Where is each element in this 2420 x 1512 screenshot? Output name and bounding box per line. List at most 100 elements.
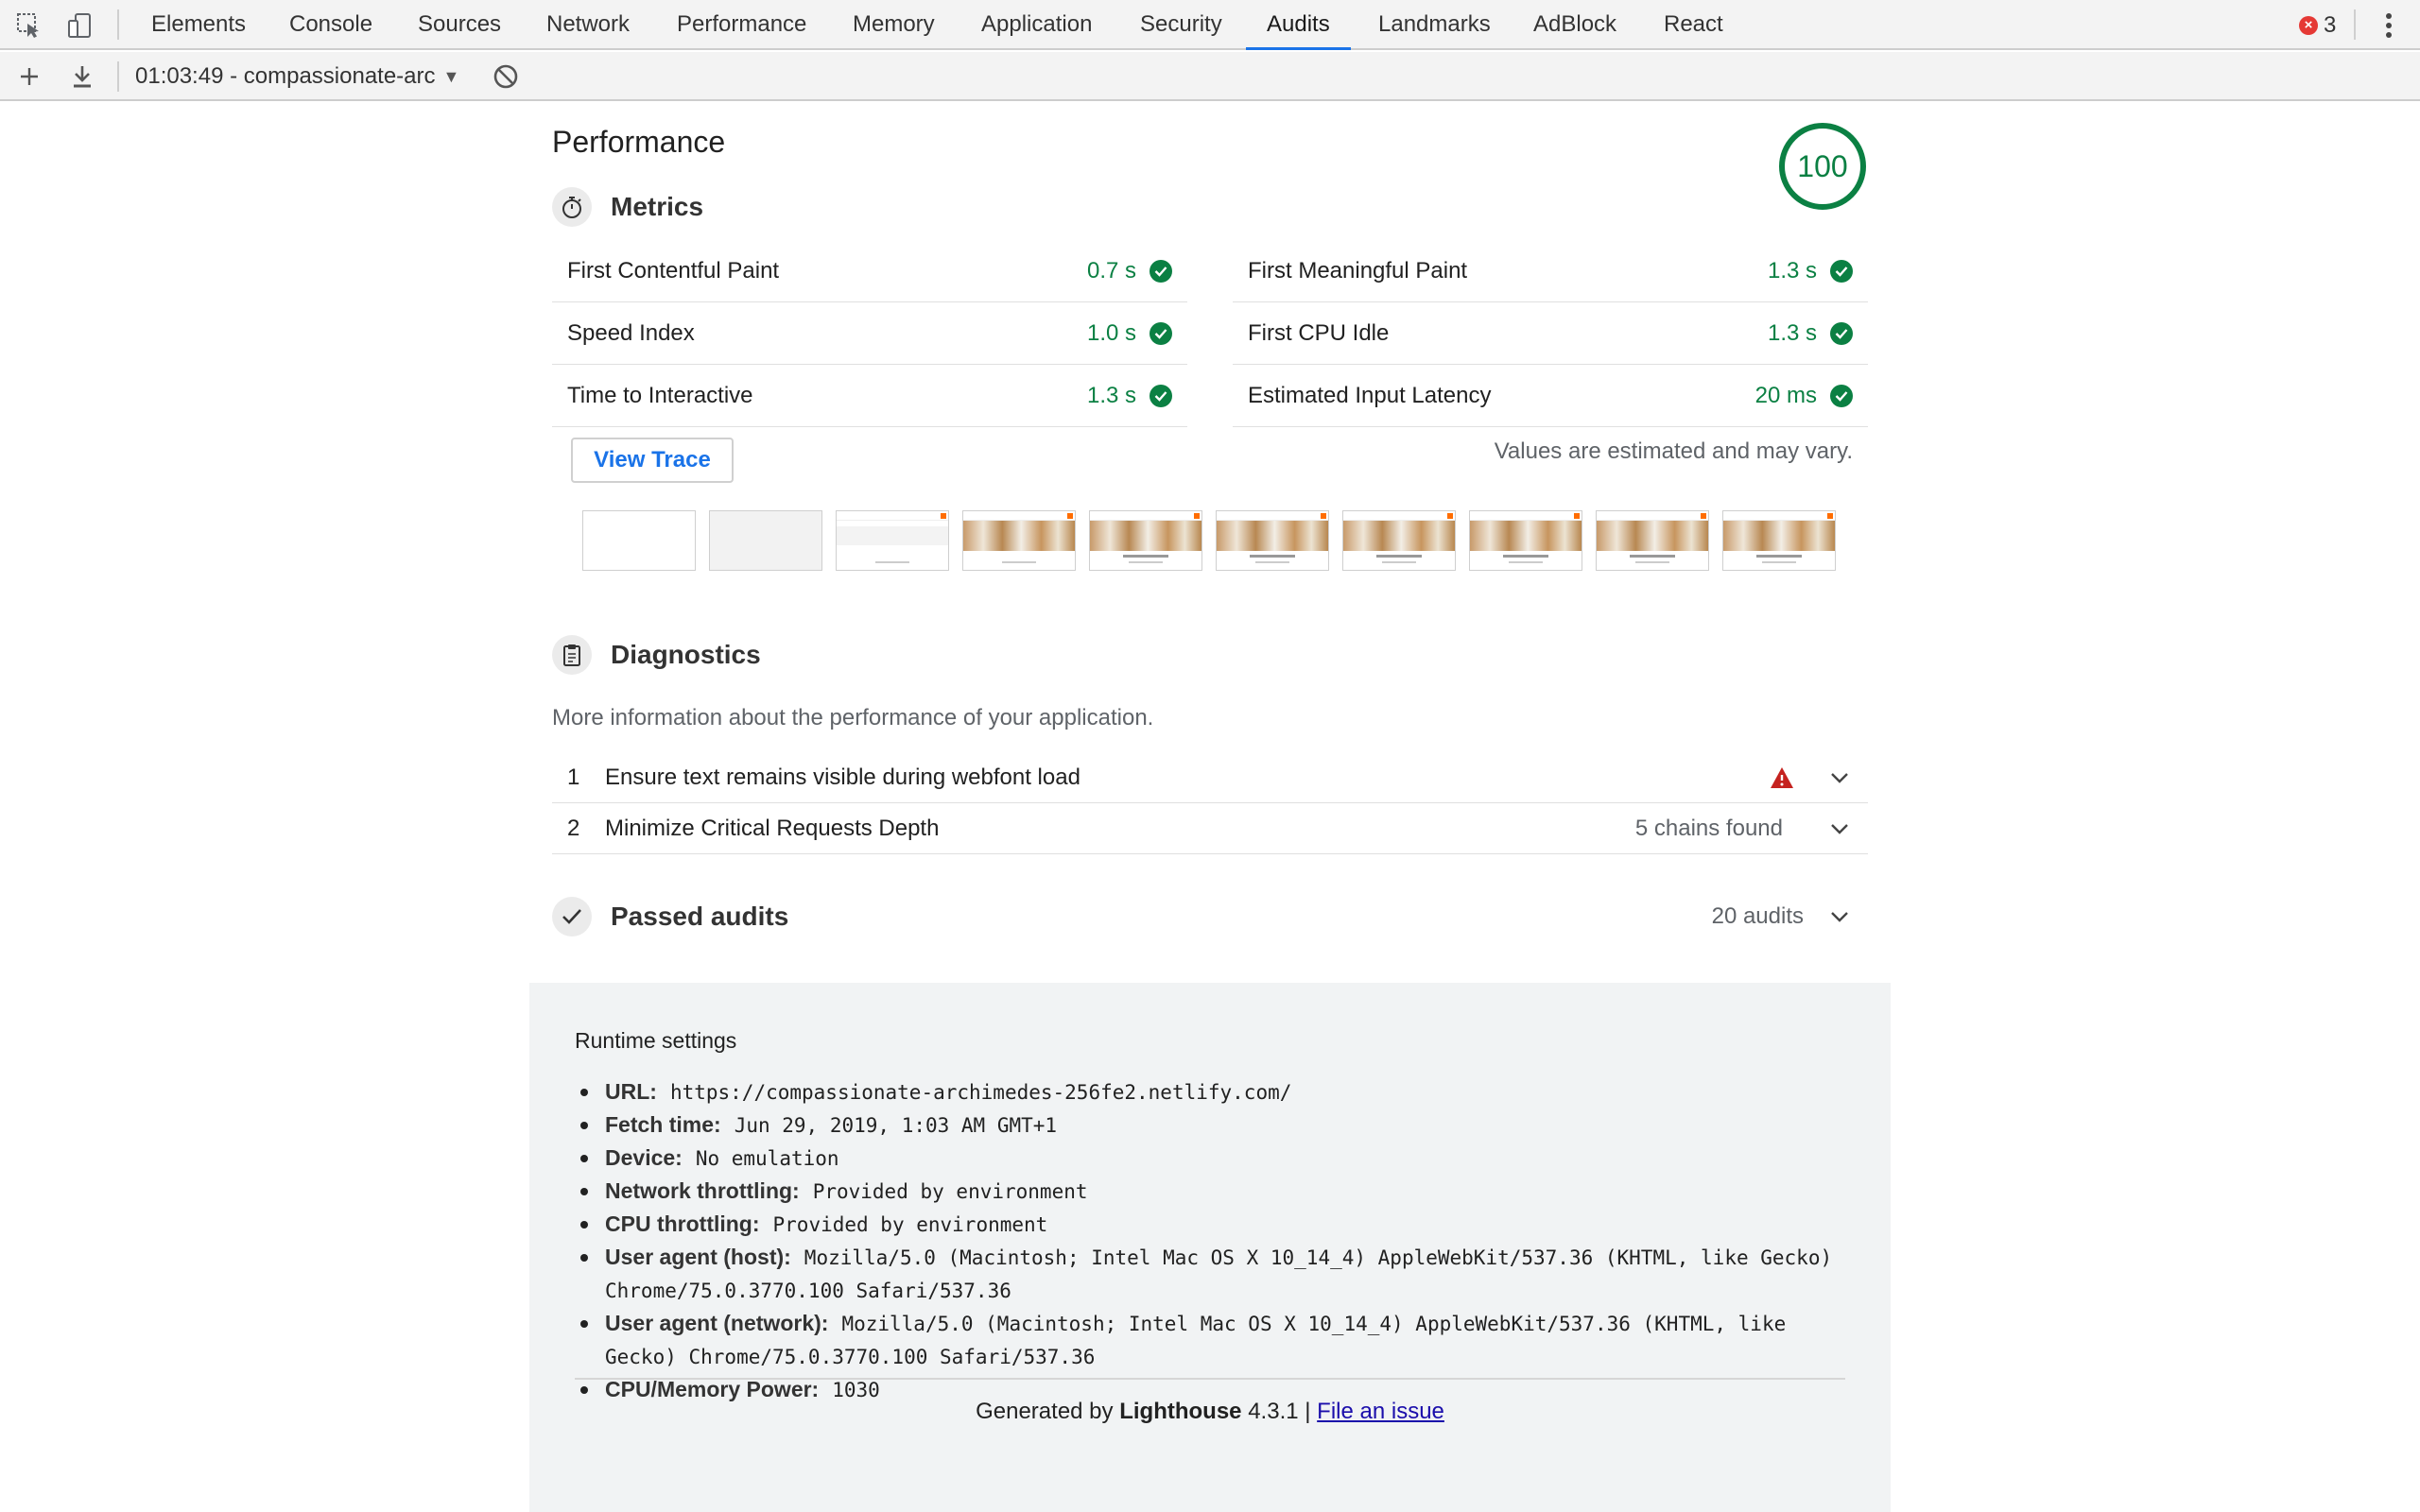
runtime-setting-value: Provided by environment	[772, 1213, 1048, 1236]
clear-icon[interactable]	[490, 60, 522, 93]
file-issue-link[interactable]: File an issue	[1317, 1399, 1444, 1424]
tab-landmarks[interactable]: Landmarks	[1378, 0, 1491, 50]
filmstrip-frame	[1216, 510, 1329, 571]
tab-elements[interactable]: Elements	[151, 0, 246, 50]
metric-row: First Contentful Paint 0.7 s	[552, 240, 1187, 302]
metric-name: Time to Interactive	[567, 382, 753, 408]
diagnostics-header: Diagnostics	[552, 635, 761, 675]
footer-separator: |	[1305, 1399, 1311, 1424]
diagnostic-row[interactable]: 2 Minimize Critical Requests Depth 5 cha…	[552, 803, 1868, 854]
estimate-note: Values are estimated and may vary.	[1494, 438, 1853, 464]
metrics-header: Metrics	[552, 187, 703, 227]
audit-run-select[interactable]: 01:03:49 - compassionate-arc ▼	[135, 52, 459, 101]
diagnostic-row[interactable]: 1 Ensure text remains visible during web…	[552, 752, 1868, 803]
caret-down-icon: ▼	[442, 67, 460, 86]
pass-check-icon	[1150, 321, 1172, 345]
runtime-setting-value: Provided by environment	[812, 1180, 1088, 1203]
runtime-setting-item: CPU throttling: Provided by environment	[575, 1208, 1860, 1241]
clipboard-icon	[552, 635, 592, 675]
metrics-column-right: First Meaningful Paint 1.3 s First CPU Idl…	[1233, 240, 1868, 427]
lighthouse-report: Performance 100 Metrics First Contentful…	[529, 102, 1891, 1512]
warning-icon	[1770, 766, 1794, 789]
device-toolbar-icon[interactable]	[64, 9, 96, 42]
more-options-icon[interactable]	[2375, 8, 2403, 43]
metric-value: 1.0 s	[1086, 319, 1136, 346]
runtime-setting-value: Jun 29, 2019, 1:03 AM GMT+1	[734, 1114, 1058, 1137]
runtime-setting-label: CPU throttling:	[605, 1211, 760, 1236]
runtime-settings-list: URL: https://compassionate-archimedes-256…	[575, 1075, 1860, 1406]
filmstrip-frame	[1342, 510, 1456, 571]
metric-name: Estimated Input Latency	[1248, 382, 1492, 408]
filmstrip-frame	[836, 510, 949, 571]
filmstrip-frame	[1089, 510, 1202, 571]
tab-sources[interactable]: Sources	[418, 0, 501, 50]
runtime-setting-item: Fetch time: Jun 29, 2019, 1:03 AM GMT+1	[575, 1108, 1860, 1142]
filmstrip-frame	[709, 510, 822, 571]
generated-by: Generated by Lighthouse 4.3.1 | File an …	[529, 1399, 1891, 1425]
filmstrip-frame	[962, 510, 1076, 571]
footer-divider	[575, 1378, 1845, 1380]
metric-name: First Contentful Paint	[567, 257, 780, 284]
metric-row: First Meaningful Paint 1.3 s	[1233, 240, 1868, 302]
plus-icon[interactable]	[13, 60, 45, 93]
toolbar-separator	[117, 61, 119, 92]
audits-toolbar: 01:03:49 - compassionate-arc ▼	[0, 52, 2420, 101]
tool-version: 4.3.1	[1248, 1399, 1299, 1424]
error-icon: ×	[2299, 15, 2318, 35]
filmstrip-frame	[1469, 510, 1582, 571]
runtime-setting-label: User agent (network):	[605, 1311, 829, 1335]
diagnostic-number: 2	[567, 815, 580, 841]
metric-row: Estimated Input Latency 20 ms	[1233, 365, 1868, 427]
pass-check-icon	[1830, 259, 1853, 283]
tab-network[interactable]: Network	[546, 0, 630, 50]
runtime-settings-panel: Runtime settings URL: https://compassiona…	[529, 983, 1891, 1512]
tab-performance[interactable]: Performance	[677, 0, 806, 50]
error-counter[interactable]: × 3	[2299, 0, 2336, 50]
metric-row: First CPU Idle 1.3 s	[1233, 302, 1868, 365]
passed-audits-count: 20 audits	[1711, 903, 1804, 929]
download-icon[interactable]	[66, 60, 98, 93]
diagnostic-summary: 5 chains found	[1634, 815, 1783, 841]
stopwatch-icon	[552, 187, 592, 227]
metric-value: 1.3 s	[1767, 257, 1817, 284]
tab-security[interactable]: Security	[1140, 0, 1222, 50]
chevron-down-icon[interactable]	[1821, 823, 1858, 834]
tab-audits[interactable]: Audits	[1246, 0, 1351, 50]
score-value: 100	[1797, 149, 1848, 183]
runtime-setting-item: User agent (network): Mozilla/5.0 (Macint…	[575, 1307, 1860, 1373]
metric-name: Speed Index	[567, 319, 695, 346]
pass-check-icon	[1150, 384, 1172, 407]
diagnostic-number: 1	[567, 764, 580, 790]
metrics-title: Metrics	[611, 192, 704, 221]
runtime-setting-label: Device:	[605, 1145, 683, 1170]
metrics-column-left: First Contentful Paint 0.7 s Speed Index 1.…	[552, 240, 1187, 427]
category-title: Performance	[552, 125, 726, 159]
tab-adblock[interactable]: AdBlock	[1533, 0, 1616, 50]
passed-audits-header[interactable]: Passed audits 20 audits	[552, 888, 1868, 945]
tab-console[interactable]: Console	[289, 0, 372, 50]
tab-application[interactable]: Application	[981, 0, 1092, 50]
chevron-down-icon[interactable]	[1821, 911, 1858, 922]
metric-value: 20 ms	[1754, 382, 1817, 408]
runtime-setting-item: User agent (host): Mozilla/5.0 (Macintosh…	[575, 1241, 1860, 1307]
runtime-setting-value: https://compassionate-archimedes-256fe2.…	[669, 1081, 1292, 1104]
metric-name: First Meaningful Paint	[1248, 257, 1468, 284]
runtime-setting-value: No emulation	[695, 1147, 839, 1170]
view-trace-button[interactable]: View Trace	[571, 438, 734, 483]
runtime-setting-label: User agent (host):	[605, 1245, 791, 1269]
runtime-setting-label: Network throttling:	[605, 1178, 800, 1203]
pass-check-icon	[1150, 259, 1172, 283]
inspect-element-icon[interactable]	[13, 9, 45, 42]
metric-value: 1.3 s	[1086, 382, 1136, 408]
runtime-settings-title: Runtime settings	[575, 1028, 737, 1053]
chevron-down-icon[interactable]	[1821, 772, 1858, 783]
runtime-setting-label: URL:	[605, 1079, 657, 1104]
tab-react[interactable]: React	[1664, 0, 1723, 50]
generated-prefix: Generated by	[976, 1399, 1114, 1424]
passed-audits-title: Passed audits	[611, 902, 789, 931]
diagnostic-title: Ensure text remains visible during webfo…	[605, 764, 1080, 790]
metric-value: 0.7 s	[1086, 257, 1136, 284]
filmstrip	[582, 510, 1849, 571]
tab-memory[interactable]: Memory	[853, 0, 935, 50]
devtools-tabbar: Elements Console Sources Network Performance…	[0, 0, 2420, 50]
